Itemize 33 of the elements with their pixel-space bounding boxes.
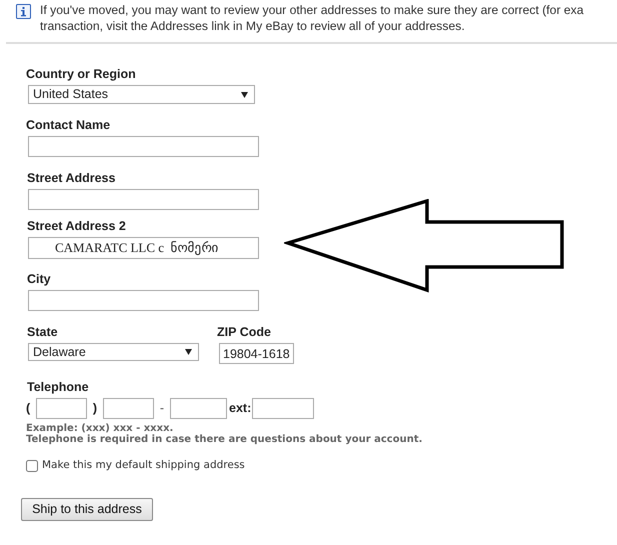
field-label: Street Address bbox=[27, 171, 116, 186]
field-label: City bbox=[27, 272, 51, 287]
input-field[interactable] bbox=[36, 398, 87, 419]
input-field[interactable]: CAMARATC LLC c ნომერი bbox=[28, 237, 259, 259]
phone-separator: ( bbox=[26, 400, 32, 418]
ship-button[interactable]: Ship to this address bbox=[21, 498, 153, 521]
checkbox[interactable] bbox=[26, 460, 38, 472]
field-label: State bbox=[27, 325, 58, 340]
field-label: Street Address 2 bbox=[27, 219, 126, 234]
input-field[interactable] bbox=[252, 398, 314, 419]
field-label: ZIP Code bbox=[217, 325, 271, 340]
hint-text: Example: (xxx) xxx - xxxx. bbox=[26, 423, 174, 434]
info-icon bbox=[16, 4, 31, 19]
caret-icon bbox=[185, 349, 192, 355]
phone-separator: ) bbox=[92, 400, 98, 418]
checkbox-label: Make this my default shipping address bbox=[42, 458, 245, 473]
hint-text: Telephone is required in case there are questions about your account. bbox=[26, 434, 424, 445]
input-field[interactable] bbox=[28, 189, 259, 210]
dropdown[interactable]: United States bbox=[28, 85, 255, 104]
field-label: Telephone bbox=[27, 380, 89, 395]
field-label: Country or Region bbox=[26, 67, 136, 82]
field-label: Contact Name bbox=[26, 118, 110, 133]
notice-text: If you've moved, you may want to review your other addresses to make sure they are correct (for exa bbox=[40, 2, 584, 18]
dropdown[interactable]: Delaware bbox=[28, 343, 199, 361]
input-field[interactable]: 19804-1618 bbox=[219, 343, 294, 364]
input-field[interactable] bbox=[103, 398, 154, 419]
input-field[interactable] bbox=[28, 136, 259, 157]
input-field[interactable] bbox=[28, 290, 259, 311]
phone-separator: - bbox=[158, 400, 166, 418]
input-field[interactable] bbox=[170, 398, 227, 419]
caret-icon bbox=[241, 92, 248, 98]
notice-text: transaction, visit the Addresses link in My eBay to review all of your addresses. bbox=[40, 18, 466, 34]
ext-label: ext: bbox=[229, 400, 252, 418]
